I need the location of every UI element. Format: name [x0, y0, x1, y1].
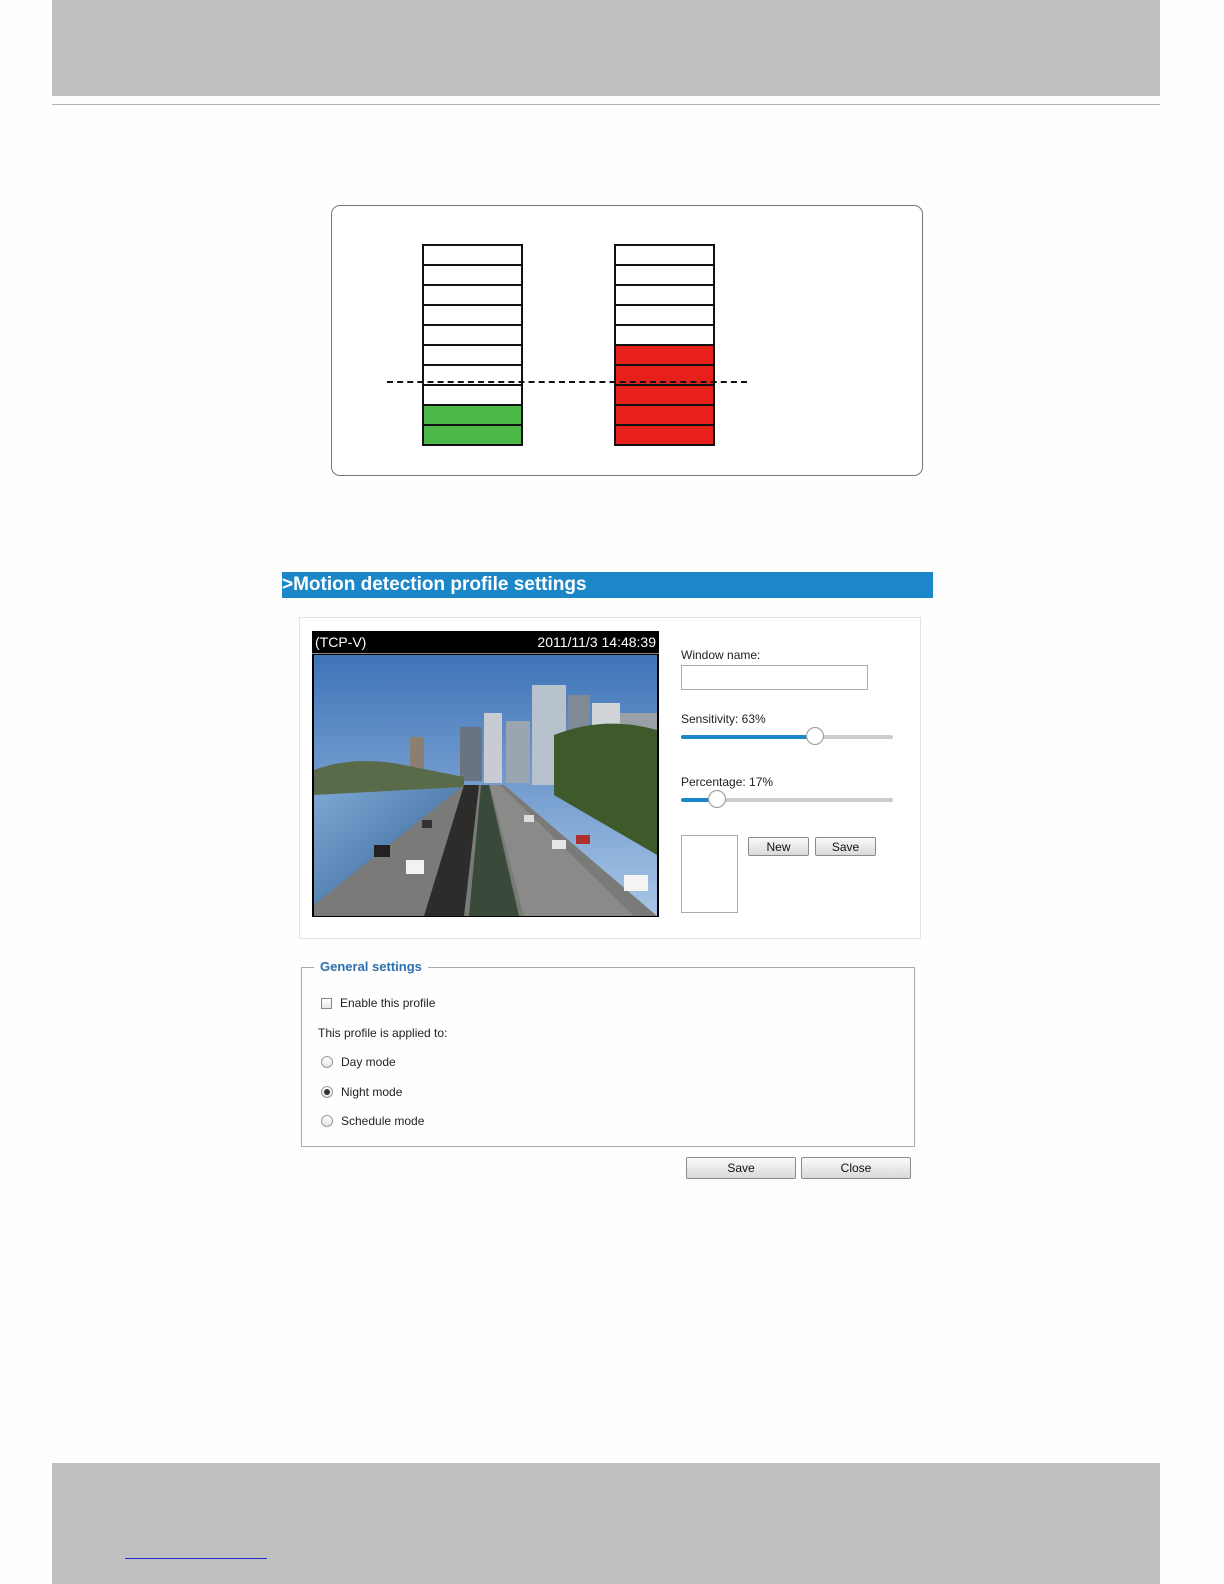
- page-footer-band: [52, 1463, 1160, 1584]
- applied-to-label: This profile is applied to:: [318, 1026, 448, 1040]
- general-settings-legend: General settings: [314, 959, 428, 974]
- section-title-bar: >Motion detection profile settings: [282, 572, 933, 598]
- camera-image: [314, 655, 657, 916]
- header-divider: [52, 104, 1160, 105]
- window-list[interactable]: [681, 835, 738, 913]
- left-meter-segment: [422, 304, 523, 324]
- sensitivity-label: Sensitivity: 63%: [681, 712, 766, 726]
- title-prefix: >: [282, 574, 294, 595]
- left-meter-segment: [422, 424, 523, 446]
- applied-to-row: This profile is applied to:: [318, 1026, 447, 1040]
- video-caption-bar: (TCP-V) 2011/11/3 14:48:39: [312, 631, 659, 654]
- percentage-slider-handle[interactable]: [708, 790, 727, 808]
- right-meter-segment: [614, 304, 715, 324]
- profile-settings-panel: (TCP-V) 2011/11/3 14:48:39 Window name: …: [299, 617, 921, 939]
- mode-option-day[interactable]: Day mode: [321, 1055, 396, 1069]
- left-meter-segment: [422, 284, 523, 304]
- schedule-mode-label: Schedule mode: [341, 1114, 425, 1128]
- right-meter-segment: [614, 344, 715, 364]
- page-title: Motion detection profile settings: [293, 574, 587, 595]
- right-level-meter: [614, 244, 715, 446]
- right-meter-segment: [614, 324, 715, 344]
- left-meter-segment: [422, 344, 523, 364]
- left-meter-segment: [422, 264, 523, 284]
- percentage-label: Percentage: 17%: [681, 775, 774, 789]
- new-window-button[interactable]: New: [748, 837, 809, 856]
- sensitivity-slider-fill: [681, 735, 815, 739]
- right-meter-segment: [614, 264, 715, 284]
- right-meter-segment: [614, 284, 715, 304]
- stream-protocol: (TCP-V): [315, 634, 367, 650]
- close-button[interactable]: Close: [801, 1157, 911, 1179]
- day-mode-radio[interactable]: [321, 1056, 333, 1068]
- threshold-diagram: [331, 205, 923, 476]
- left-meter-segment: [422, 244, 523, 264]
- threshold-line: [387, 381, 747, 383]
- mode-option-schedule[interactable]: Schedule mode: [321, 1114, 424, 1128]
- enable-profile-checkbox[interactable]: [321, 997, 332, 1009]
- mode-option-night[interactable]: Night mode: [321, 1085, 402, 1099]
- right-meter-segment: [614, 424, 715, 446]
- page-header-band: [52, 0, 1160, 96]
- percentage-slider[interactable]: [681, 790, 893, 808]
- general-settings-group: General settings Enable this profile Thi…: [301, 959, 915, 1147]
- right-meter-segment: [614, 384, 715, 404]
- window-name-label: Window name:: [681, 648, 761, 662]
- sensitivity-slider[interactable]: [681, 727, 893, 745]
- window-name-input[interactable]: [681, 665, 868, 690]
- video-timestamp: 2011/11/3 14:48:39: [537, 634, 656, 650]
- day-mode-label: Day mode: [341, 1055, 396, 1069]
- right-meter-segment: [614, 244, 715, 264]
- sensitivity-slider-handle[interactable]: [805, 727, 824, 745]
- enable-profile-row[interactable]: Enable this profile: [321, 996, 435, 1010]
- right-meter-segment: [614, 404, 715, 424]
- night-mode-label: Night mode: [341, 1085, 403, 1099]
- footer-link-underline[interactable]: [125, 1558, 267, 1559]
- enable-profile-label: Enable this profile: [340, 996, 436, 1010]
- live-video-view[interactable]: (TCP-V) 2011/11/3 14:48:39: [312, 631, 659, 917]
- save-window-button[interactable]: Save: [815, 837, 876, 856]
- night-mode-radio[interactable]: [321, 1086, 333, 1098]
- left-meter-segment: [422, 324, 523, 344]
- schedule-mode-radio[interactable]: [321, 1115, 333, 1127]
- highway-scene: [314, 655, 657, 916]
- left-meter-segment: [422, 404, 523, 424]
- left-level-meter: [422, 244, 523, 446]
- left-meter-segment: [422, 384, 523, 404]
- save-button[interactable]: Save: [686, 1157, 796, 1179]
